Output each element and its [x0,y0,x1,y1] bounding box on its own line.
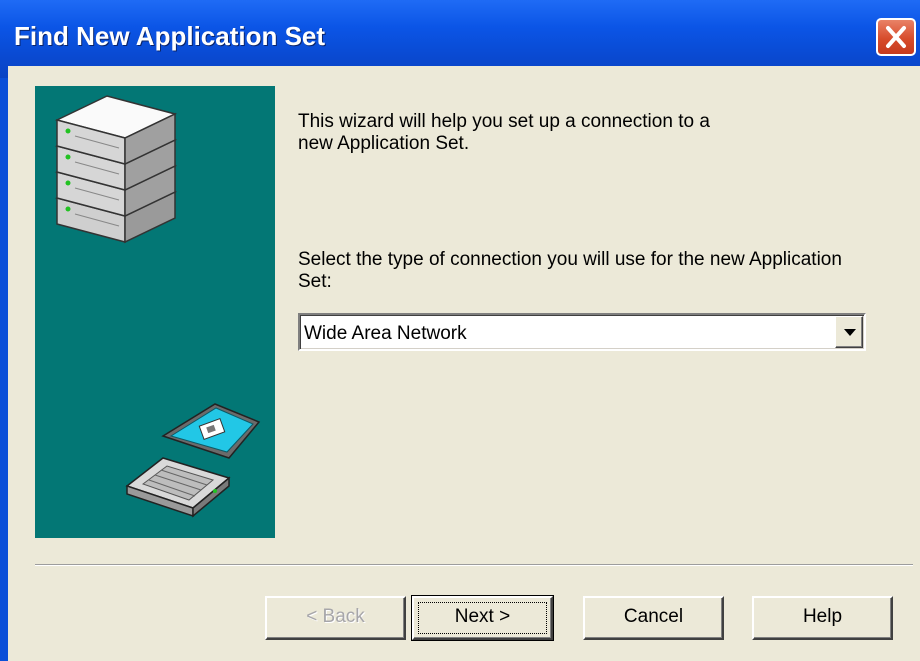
connection-type-value: Wide Area Network [304,323,467,344]
dialog-body: This wizard will help you set up a conne… [8,66,920,661]
focus-rectangle [418,602,547,634]
footer-divider [35,564,913,566]
wizard-window: Find New Application Set This wizard wil… [0,0,920,661]
help-button-label: Help [802,606,843,627]
help-button[interactable]: Help [752,596,893,640]
close-button[interactable] [876,18,916,56]
window-title: Find New Application Set [14,21,326,51]
cancel-button[interactable]: Cancel [583,596,724,640]
next-button[interactable]: Next > [411,595,554,641]
connection-type-dropdown[interactable]: Wide Area Network [298,313,866,351]
chevron-down-icon [844,329,856,336]
back-button-label: < Back [306,606,365,627]
dropdown-arrow-button[interactable] [835,316,863,348]
connection-type-label: Select the type of connection you will u… [298,249,842,292]
wizard-side-panel [35,86,275,538]
laptop-icon [125,403,261,518]
back-button[interactable]: < Back [265,596,406,640]
cancel-button-label: Cancel [623,606,684,627]
close-x-icon [886,26,906,48]
intro-text: This wizard will help you set up a conne… [298,111,710,154]
server-stack-icon [54,95,178,244]
